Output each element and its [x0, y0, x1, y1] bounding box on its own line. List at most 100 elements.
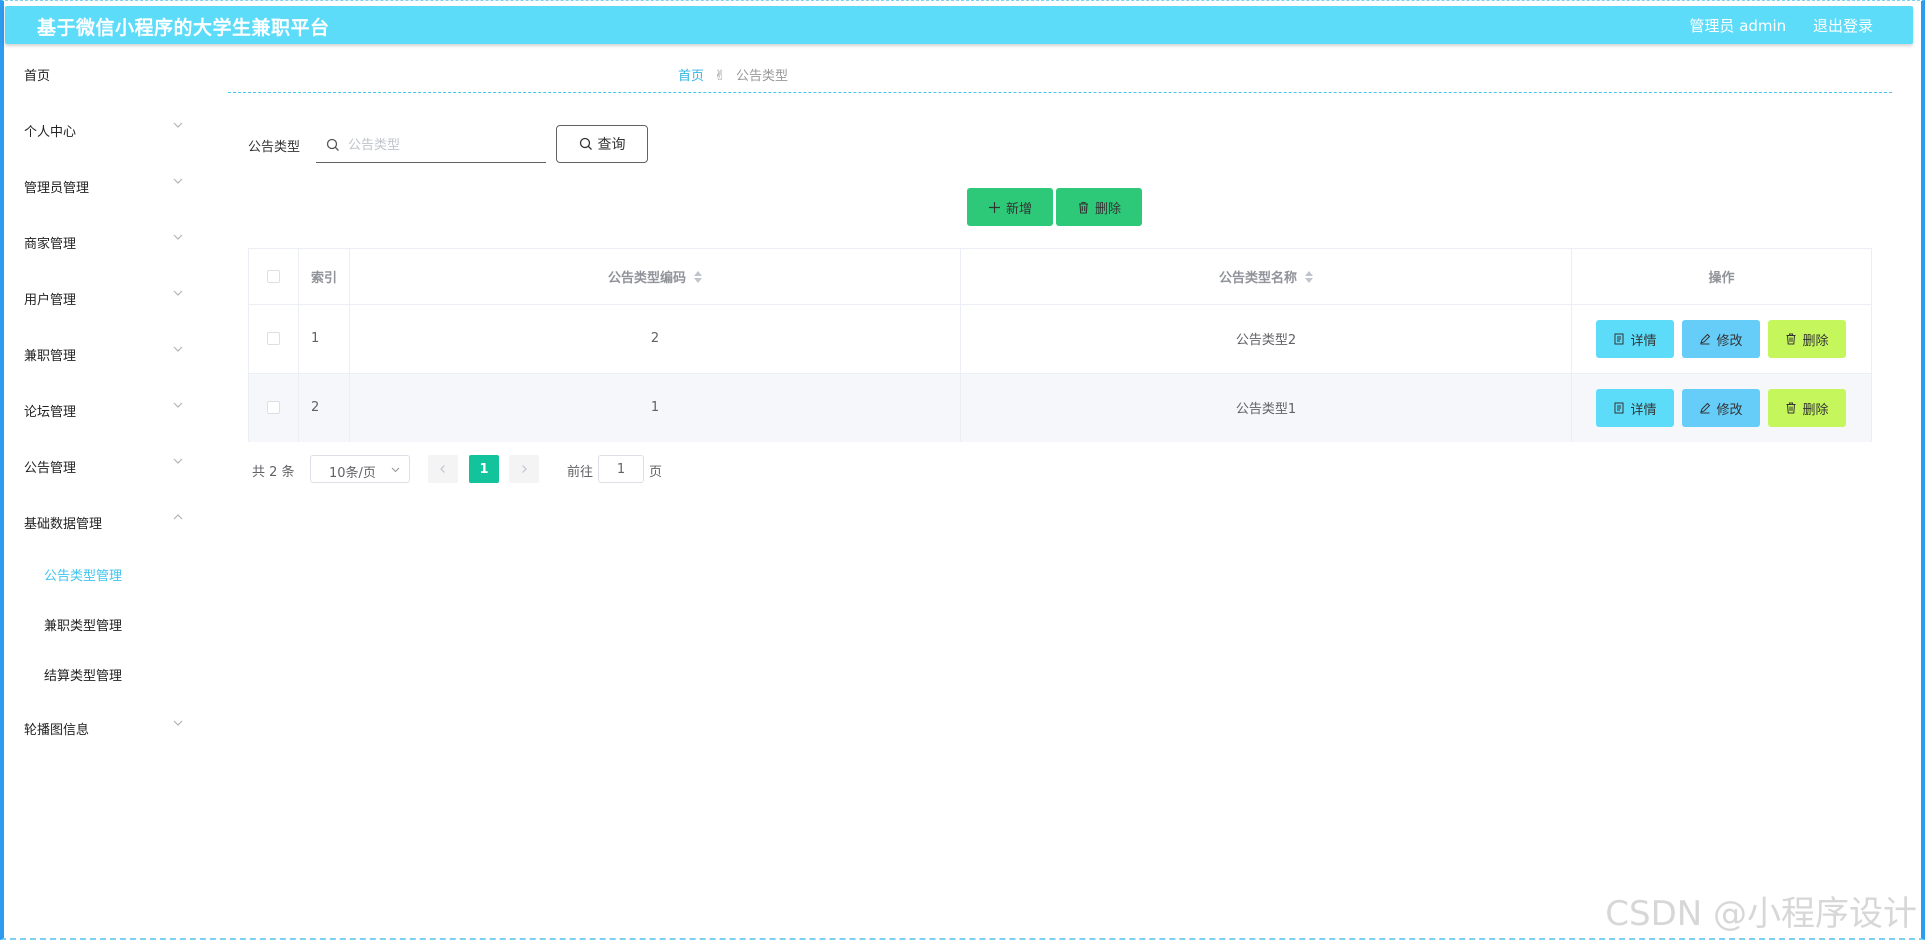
search-icon	[579, 137, 592, 150]
page-size-select[interactable]: 10条/页	[310, 455, 410, 483]
bulk-delete-button[interactable]: 删除	[1056, 188, 1142, 226]
table-cell-name: 公告类型2	[961, 304, 1572, 373]
header-user-area: 管理员 admin 退出登录	[1667, 15, 1873, 36]
edit-button[interactable]: 修改	[1682, 389, 1760, 427]
notice-type-table: 索引 公告类型编码 公告类型名称 操作 1 2 公告类型2 详情 修改 删除 2…	[248, 248, 1872, 442]
delete-button-label: 删除	[1802, 402, 1829, 418]
select-all-checkbox[interactable]	[267, 270, 280, 283]
row-checkbox[interactable]	[267, 332, 280, 345]
search-input[interactable]	[346, 133, 540, 157]
hand-separator-icon: ✌	[714, 68, 726, 84]
chevron-down-icon	[173, 290, 183, 296]
chevron-down-icon	[391, 467, 400, 473]
logout-link[interactable]: 退出登录	[1813, 17, 1873, 35]
header-select-cell	[249, 249, 299, 304]
bulk-delete-button-label: 删除	[1094, 201, 1121, 217]
plus-icon	[988, 201, 1000, 213]
goto-suffix: 页	[649, 465, 663, 480]
chevron-left-icon	[440, 465, 445, 473]
header-ops: 操作	[1708, 271, 1735, 286]
admin-label[interactable]: 管理员 admin	[1689, 17, 1786, 35]
trash-icon	[1078, 201, 1088, 214]
search-field	[316, 127, 546, 163]
sidebar-item-forum-management[interactable]: 论坛管理	[5, 391, 195, 427]
edit-button-label: 修改	[1716, 402, 1743, 418]
pencil-icon	[1700, 333, 1711, 345]
header-code-label: 公告类型编码	[607, 271, 686, 286]
breadcrumb-current: 公告类型	[736, 69, 789, 84]
prev-page-button[interactable]	[428, 455, 458, 483]
sidebar-item-label: 公告管理	[24, 461, 77, 476]
sidebar-item-notice-type-management[interactable]: 公告类型管理	[5, 555, 195, 591]
goto-label: 前往	[567, 465, 594, 480]
sidebar-menu: 首页 个人中心 管理员管理 商家管理 用户管理 兼职管理 论坛管理 公告管理 基…	[5, 50, 195, 920]
breadcrumb-home[interactable]: 首页	[678, 69, 704, 84]
next-page-button[interactable]	[509, 455, 539, 483]
query-button[interactable]: 查询	[556, 125, 648, 163]
header-name[interactable]: 公告类型名称	[961, 249, 1572, 304]
chevron-down-icon	[173, 458, 183, 464]
sidebar-item-label: 兼职管理	[24, 349, 77, 364]
sidebar-item-personal-center[interactable]: 个人中心	[5, 111, 195, 147]
sidebar-item-label: 轮播图信息	[24, 723, 90, 738]
sidebar-item-label: 论坛管理	[24, 405, 77, 420]
sidebar-item-label: 基础数据管理	[24, 517, 103, 532]
table-cell-name: 公告类型1	[961, 373, 1572, 442]
header-code[interactable]: 公告类型编码	[350, 249, 961, 304]
sidebar-item-label: 用户管理	[24, 293, 77, 308]
detail-button[interactable]: 详情	[1596, 320, 1674, 358]
sidebar-item-label: 兼职类型管理	[44, 619, 123, 634]
detail-button[interactable]: 详情	[1596, 389, 1674, 427]
breadcrumb: 首页 ✌ 公告类型	[678, 65, 788, 84]
sidebar-item-basic-data-management[interactable]: 基础数据管理	[5, 503, 195, 539]
row-select-cell	[249, 304, 299, 373]
sidebar-item-parttime-management[interactable]: 兼职管理	[5, 335, 195, 371]
table-cell-code: 1	[350, 373, 961, 442]
pencil-icon	[1700, 402, 1711, 414]
detail-button-label: 详情	[1630, 402, 1657, 418]
table-cell-index: 1	[299, 304, 350, 373]
chevron-down-icon	[173, 720, 183, 726]
sidebar-item-admin-management[interactable]: 管理员管理	[5, 167, 195, 203]
sidebar-item-parttime-type-management[interactable]: 兼职类型管理	[5, 605, 195, 641]
document-icon	[1614, 333, 1624, 345]
header-name-label: 公告类型名称	[1218, 271, 1297, 286]
page-number-button[interactable]: 1	[469, 455, 499, 483]
edit-button[interactable]: 修改	[1682, 320, 1760, 358]
pagination-total: 共 2 条	[252, 465, 295, 480]
sort-icon[interactable]	[1305, 270, 1313, 284]
page-size-value: 10条/页	[329, 466, 376, 481]
sidebar-item-user-management[interactable]: 用户管理	[5, 279, 195, 315]
chevron-up-icon	[173, 514, 183, 520]
sidebar-item-notice-management[interactable]: 公告管理	[5, 447, 195, 483]
chevron-down-icon	[173, 346, 183, 352]
query-button-label: 查询	[597, 137, 626, 153]
chevron-down-icon	[173, 178, 183, 184]
delete-button[interactable]: 删除	[1768, 389, 1846, 427]
row-checkbox[interactable]	[267, 401, 280, 414]
row-select-cell	[249, 373, 299, 442]
search-label: 公告类型	[248, 140, 301, 155]
sidebar-item-merchant-management[interactable]: 商家管理	[5, 223, 195, 259]
add-button[interactable]: 新增	[967, 188, 1053, 226]
goto-page-input[interactable]	[598, 455, 644, 483]
chevron-down-icon	[173, 122, 183, 128]
sidebar-item-carousel-info[interactable]: 轮播图信息	[5, 709, 195, 745]
sidebar-item-home[interactable]: 首页	[5, 55, 195, 91]
top-header: 基于微信小程序的大学生兼职平台 管理员 admin 退出登录	[5, 6, 1913, 44]
header-index: 索引	[299, 249, 350, 304]
breadcrumb-divider	[228, 92, 1892, 93]
watermark: CSDN @小程序设计	[1605, 894, 1917, 934]
detail-button-label: 详情	[1630, 333, 1657, 349]
sidebar-item-label: 公告类型管理	[44, 569, 123, 584]
add-button-label: 新增	[1005, 201, 1032, 217]
delete-button-label: 删除	[1802, 333, 1829, 349]
sidebar-item-label: 首页	[24, 69, 51, 84]
chevron-right-icon	[522, 465, 527, 473]
edit-button-label: 修改	[1716, 333, 1743, 349]
delete-button[interactable]: 删除	[1768, 320, 1846, 358]
sort-icon[interactable]	[694, 270, 702, 284]
sidebar-item-settlement-type-management[interactable]: 结算类型管理	[5, 655, 195, 691]
sidebar-item-label: 结算类型管理	[44, 669, 123, 684]
table-cell-index: 2	[299, 373, 350, 442]
